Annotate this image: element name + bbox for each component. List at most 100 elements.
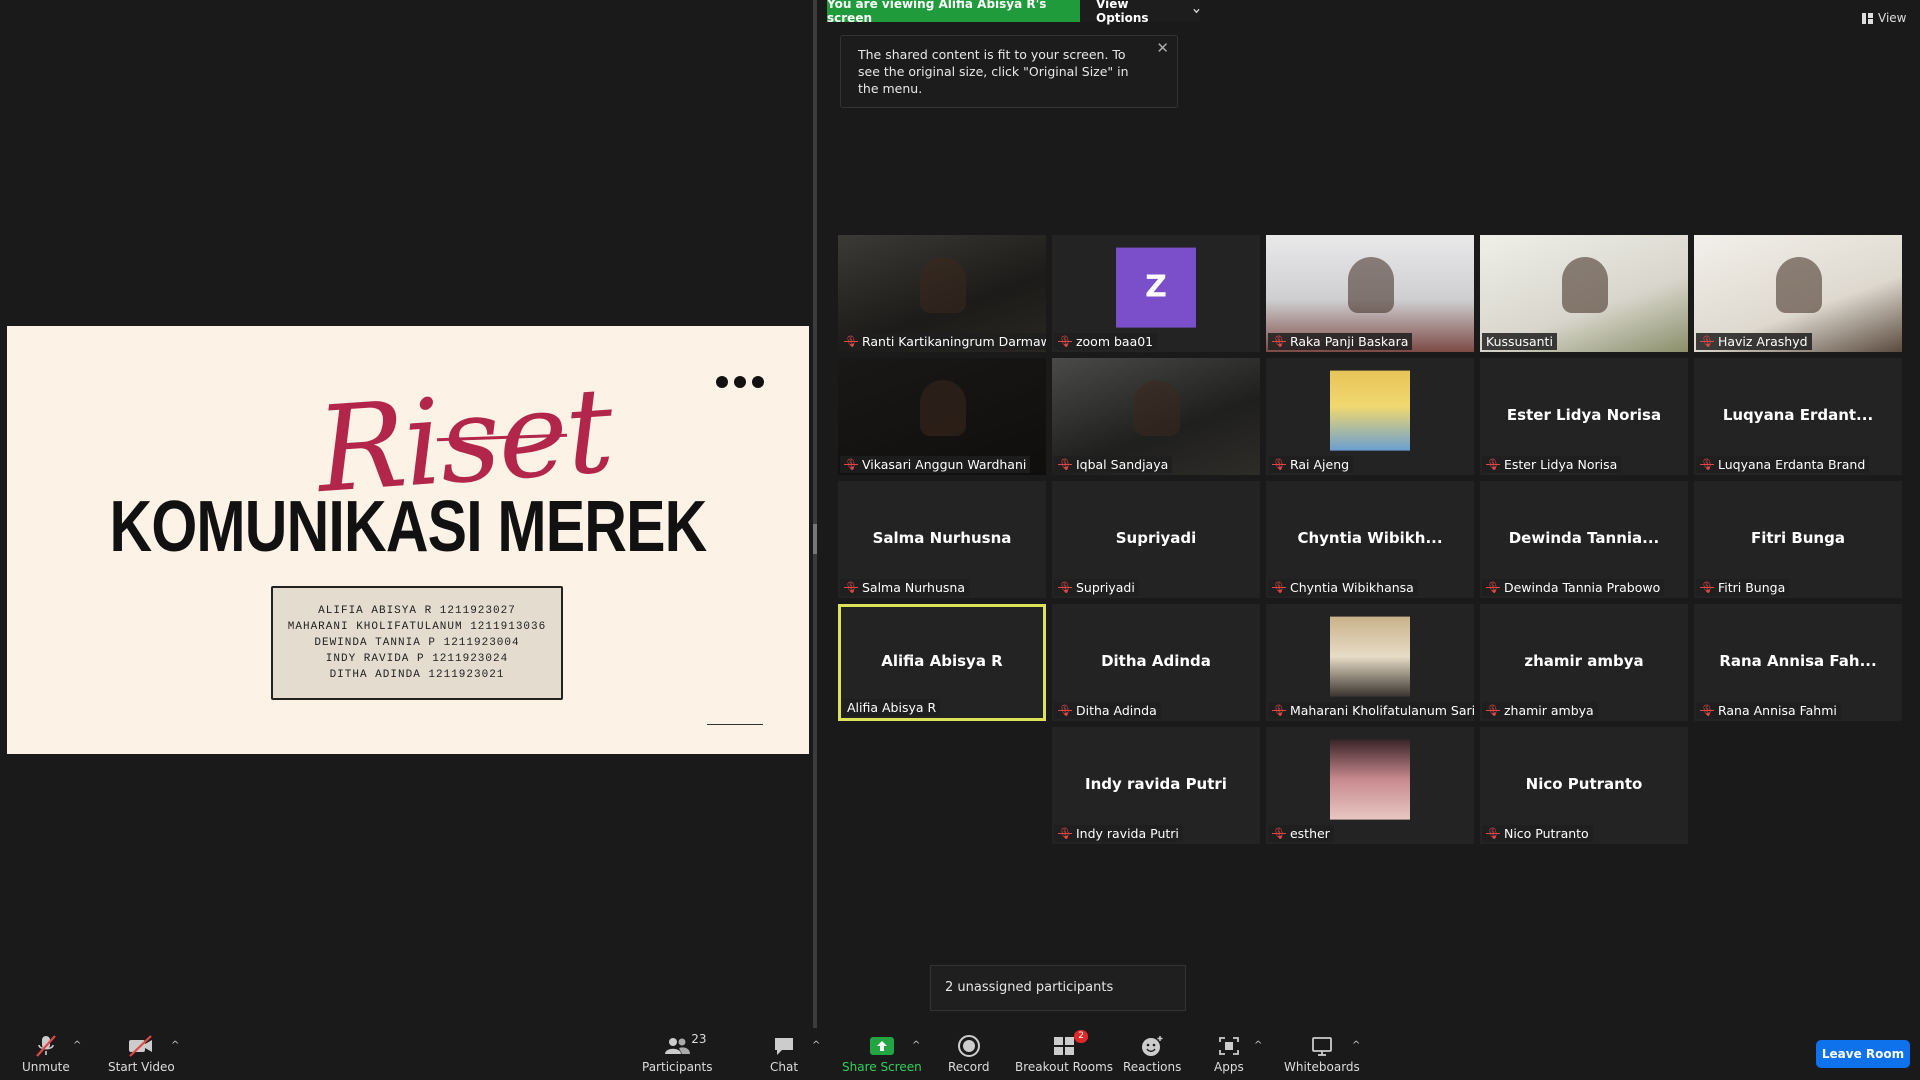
fit-screen-tooltip: The shared content is fit to your screen…	[840, 35, 1178, 108]
record-button[interactable]: Record	[948, 1032, 989, 1074]
slide-member: ALIFIA ABISYA R 1211923027	[318, 605, 516, 617]
viewing-screen-banner: You are viewing Alifia Abisya R's screen	[827, 0, 1080, 25]
participant-name: Nico Putranto	[1503, 826, 1589, 841]
slide-member: INDY RAVIDA P 1211923024	[325, 653, 509, 665]
video-options-caret-icon[interactable]: ^	[171, 1040, 179, 1051]
participant-tile[interactable]: Chyntia Wibikh... 🎙 Chyntia Wibikhansa	[1266, 481, 1474, 598]
participant-name: Rai Ajeng	[1289, 457, 1350, 472]
participant-tile[interactable]: Supriyadi 🎙 Supriyadi	[1052, 481, 1260, 598]
breakout-rooms-button[interactable]: 2 Breakout Rooms	[1015, 1030, 1114, 1074]
leave-room-button[interactable]: Leave Room	[1816, 1040, 1910, 1068]
participant-name: Salma Nurhusna	[861, 580, 965, 595]
participant-display-name: Rana Annisa Fah...	[1719, 651, 1877, 670]
participant-display-name: Supriyadi	[1115, 528, 1197, 547]
participant-tile[interactable]: Salma Nurhusna 🎙 Salma Nurhusna	[838, 481, 1046, 598]
profile-photo	[1330, 616, 1410, 697]
microphone-muted-icon: 🎙	[1700, 581, 1714, 594]
apps-icon	[1218, 1037, 1239, 1055]
participant-tile[interactable]: Kussusanti	[1480, 235, 1688, 352]
record-label: Record	[948, 1060, 990, 1074]
participant-name-label: 🎙 Supriyadi	[1054, 579, 1139, 596]
microphone-muted-icon: 🎙	[1272, 458, 1286, 471]
breakout-rooms-label: Breakout Rooms	[1015, 1060, 1114, 1074]
unmute-label: Unmute	[22, 1060, 70, 1074]
chat-button[interactable]: Chat	[770, 1032, 798, 1074]
share-screen-button[interactable]: Share Screen	[842, 1032, 922, 1074]
apps-label: Apps	[1214, 1060, 1244, 1074]
participant-name: zhamir ambya	[1503, 703, 1594, 718]
start-video-button[interactable]: Start Video	[108, 1032, 175, 1074]
participant-tile[interactable]: 🎙 Maharani Kholifatulanum Sari	[1266, 604, 1474, 721]
chat-label: Chat	[770, 1060, 799, 1074]
audio-options-caret-icon[interactable]: ^	[73, 1040, 81, 1051]
participant-tile[interactable]: Ester Lidya Norisa 🎙 Ester Lidya Norisa	[1480, 358, 1688, 475]
microphone-muted-icon: 🎙	[1272, 827, 1286, 840]
participant-tile[interactable]: Rana Annisa Fah... 🎙 Rana Annisa Fahmi	[1694, 604, 1902, 721]
view-layout-button[interactable]: View	[1862, 11, 1906, 25]
participant-tile[interactable]: 🎙 Rai Ajeng	[1266, 358, 1474, 475]
share-options-caret-icon[interactable]: ^	[912, 1040, 920, 1051]
microphone-muted-icon: 🎙	[1486, 704, 1500, 717]
whiteboards-options-caret-icon[interactable]: ^	[1352, 1040, 1360, 1051]
whiteboards-button[interactable]: Whiteboards	[1284, 1032, 1360, 1074]
microphone-muted-icon: 🎙	[1700, 458, 1714, 471]
participant-name-label: 🎙 zhamir ambya	[1482, 702, 1598, 719]
participant-name: Haviz Arashyd	[1717, 334, 1808, 349]
split-divider-handle[interactable]	[813, 524, 817, 554]
microphone-muted-icon: 🎙	[1486, 458, 1500, 471]
participant-tile[interactable]: 🎙 Ranti Kartikaningrum Darmaw...	[838, 235, 1046, 352]
participant-display-name: Indy ravida Putri	[1085, 774, 1227, 793]
participant-name: Kussusanti	[1486, 334, 1553, 349]
unassigned-text: 2 unassigned participants	[945, 980, 1114, 995]
participant-tile[interactable]: Z 🎙 zoom baa01	[1052, 235, 1260, 352]
slide-dots-decoration	[716, 376, 764, 388]
chat-options-caret-icon[interactable]: ^	[812, 1040, 820, 1051]
participant-display-name: Alifia Abisya R	[881, 651, 1003, 670]
participant-name-label: 🎙 zoom baa01	[1054, 333, 1158, 350]
participant-name-label: 🎙 esther	[1268, 825, 1334, 842]
participant-name-label: Alifia Abisya R	[843, 699, 941, 716]
participant-tile[interactable]: Fitri Bunga 🎙 Fitri Bunga	[1694, 481, 1902, 598]
apps-button[interactable]: Apps	[1214, 1032, 1244, 1074]
participant-tile[interactable]: Ditha Adinda 🎙 Ditha Adinda	[1052, 604, 1260, 721]
participant-tile[interactable]: 🎙 esther	[1266, 727, 1474, 844]
chevron-down-icon	[1193, 8, 1200, 14]
participant-display-name: Ester Lidya Norisa	[1506, 405, 1662, 424]
share-screen-label: Share Screen	[842, 1060, 922, 1074]
participant-tile[interactable]: zhamir ambya 🎙 zhamir ambya	[1480, 604, 1688, 721]
participant-tile[interactable]: Alifia Abisya R Alifia Abisya R	[838, 604, 1046, 721]
participant-display-name: Ditha Adinda	[1101, 651, 1211, 670]
slide-main-title: KOMUNIKASI MEREK	[109, 487, 708, 567]
participant-tile[interactable]: Nico Putranto 🎙 Nico Putranto	[1480, 727, 1688, 844]
participant-tile[interactable]: Dewinda Tannia... 🎙 Dewinda Tannia Prabowo	[1480, 481, 1688, 598]
breakout-rooms-badge: 2	[1074, 1030, 1089, 1043]
participant-name-label: 🎙 Ester Lidya Norisa	[1482, 456, 1622, 473]
participant-tile[interactable]: Indy ravida Putri 🎙 Indy ravida Putri	[1052, 727, 1260, 844]
participant-display-name: Dewinda Tannia...	[1508, 528, 1660, 547]
split-divider[interactable]	[813, 0, 817, 1028]
unassigned-participants-notice[interactable]: 2 unassigned participants	[930, 965, 1186, 1011]
share-screen-icon	[869, 1037, 894, 1055]
participant-name-label: 🎙 Haviz Arashyd	[1696, 333, 1812, 350]
participant-display-name: Nico Putranto	[1525, 774, 1643, 793]
participants-button[interactable]: 23 Participants	[642, 1032, 713, 1074]
apps-options-caret-icon[interactable]: ^	[1254, 1040, 1262, 1051]
participant-name-label: 🎙 Indy ravida Putri	[1054, 825, 1183, 842]
close-icon[interactable]: ✕	[1156, 40, 1169, 57]
start-video-label: Start Video	[108, 1060, 175, 1074]
participant-tile[interactable]: 🎙 Haviz Arashyd	[1694, 235, 1902, 352]
participant-tile[interactable]: 🎙 Iqbal Sandjaya	[1052, 358, 1260, 475]
reactions-label: Reactions	[1123, 1060, 1182, 1074]
participants-count: 23	[691, 1032, 707, 1046]
participant-name: Ditha Adinda	[1075, 703, 1157, 718]
participant-display-name: Luqyana Erdant...	[1722, 405, 1874, 424]
participant-tile[interactable]: Luqyana Erdant... 🎙 Luqyana Erdanta Brand	[1694, 358, 1902, 475]
view-options-button[interactable]: View Options	[1080, 0, 1200, 25]
participant-tile[interactable]: 🎙 Vikasari Anggun Wardhani	[838, 358, 1046, 475]
participant-name: Supriyadi	[1075, 580, 1135, 595]
unmute-button[interactable]: Unmute	[22, 1032, 70, 1074]
view-options-label: View Options	[1096, 0, 1149, 25]
reactions-button[interactable]: Reactions	[1123, 1032, 1181, 1074]
participant-tile[interactable]: 🎙 Raka Panji Baskara	[1266, 235, 1474, 352]
microphone-muted-icon: 🎙	[1486, 581, 1500, 594]
